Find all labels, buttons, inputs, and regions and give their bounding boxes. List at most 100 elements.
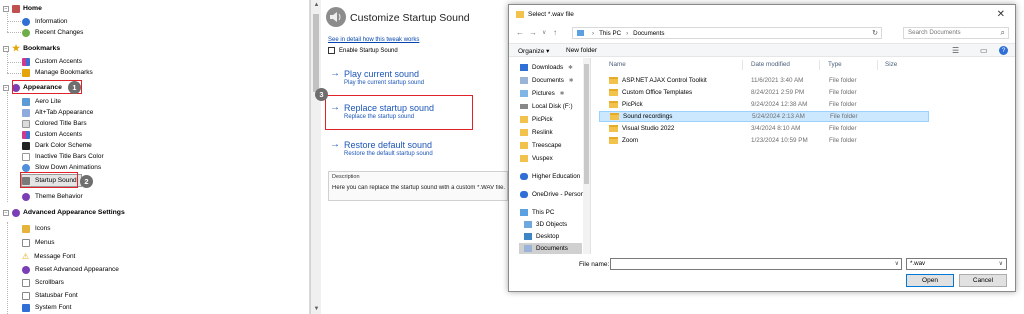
nav-item-onedrive-personal[interactable]: OneDrive - Person (520, 189, 584, 200)
nav-item-this-pc[interactable]: This PC (520, 207, 554, 218)
file-row[interactable]: Zoom 1/23/2024 10:59 PM File folder (599, 135, 929, 146)
enable-startup-sound-checkbox[interactable]: Enable Startup Sound (328, 47, 398, 54)
file-row[interactable]: Visual Studio 2022 3/4/2024 8:10 AM File… (599, 123, 929, 134)
breadcrumb-documents[interactable]: Documents (633, 30, 664, 37)
tree-item-reset-advanced[interactable]: Reset Advanced Appearance (22, 264, 119, 275)
nav-item-label: Reslink (532, 129, 553, 136)
chevron-down-icon[interactable]: ∨ (542, 29, 546, 36)
restore-default-sound-command[interactable]: → Restore default sound Restore the defau… (330, 139, 433, 157)
close-icon[interactable]: ✕ (997, 9, 1005, 20)
preview-pane-icon[interactable]: ▭ (980, 46, 988, 55)
tree-item-information[interactable]: Information (22, 16, 68, 27)
tree-category-bookmarks[interactable]: − ★ Bookmarks (3, 43, 60, 54)
column-separator[interactable] (877, 60, 878, 70)
tree-item-recent-changes[interactable]: Recent Changes (22, 27, 83, 38)
nav-item-documents-selected[interactable]: Documents (519, 243, 582, 254)
nav-item-picpick[interactable]: PicPick (520, 114, 553, 125)
nav-item-documents[interactable]: Documents ✱ (520, 75, 573, 86)
file-row[interactable]: ASP.NET AJAX Control Toolkit 11/6/2021 3… (599, 75, 929, 86)
scrollbar-thumb[interactable] (584, 64, 589, 184)
scroll-up-icon[interactable]: ▲ (311, 0, 322, 10)
nav-item-3d-objects[interactable]: 3D Objects (524, 219, 567, 230)
new-folder-button[interactable]: New folder (566, 47, 597, 54)
back-arrow-icon[interactable]: ← (516, 28, 524, 37)
column-separator[interactable] (742, 60, 743, 70)
nav-item-pictures[interactable]: Pictures ✱ (520, 88, 564, 99)
replace-startup-sound-command[interactable]: → Replace startup sound Replace the start… (330, 102, 434, 120)
nav-item-higher-education[interactable]: Higher Education (520, 171, 580, 182)
tree-item-label: Colored Title Bars (35, 120, 87, 127)
forward-arrow-icon[interactable]: → (529, 28, 537, 37)
file-row-selected[interactable]: Sound recordings 5/24/2024 2:13 AM File … (599, 111, 929, 122)
pictures-icon (520, 90, 528, 97)
tree-item-message-font[interactable]: ⚠ Message Font (22, 251, 75, 262)
dialog-app-icon (516, 11, 524, 18)
bookmark-icon (22, 68, 30, 77)
tree-item-manage-bookmarks[interactable]: Manage Bookmarks (22, 67, 93, 78)
dialog-titlebar[interactable]: Select *.wav file ✕ (509, 5, 1015, 25)
step-badge-3: 3 (315, 88, 328, 101)
nav-item-label: PicPick (532, 116, 553, 123)
nav-item-local-disk[interactable]: Local Disk (F:) (520, 101, 573, 112)
checkbox-box[interactable] (328, 47, 335, 54)
column-header-date[interactable]: Date modified (751, 61, 790, 68)
alt-tab-icon (22, 108, 30, 117)
organize-button[interactable]: Organize ▾ (518, 47, 549, 55)
nav-item-desktop[interactable]: Desktop (524, 231, 559, 242)
file-row[interactable]: Custom Office Templates 8/24/2021 2:59 P… (599, 87, 929, 98)
tree-item-statusbar-font[interactable]: Statusbar Font (22, 290, 78, 301)
tree-item-system-font[interactable]: System Font (22, 302, 71, 313)
file-row[interactable]: PicPick 9/24/2024 12:38 AM File folder (599, 99, 929, 110)
see-detail-link[interactable]: See in detail how this tweak works (328, 37, 419, 43)
nav-item-downloads[interactable]: Downloads ✱ (520, 62, 573, 73)
up-arrow-icon[interactable]: ↑ (553, 28, 557, 37)
collapse-icon[interactable]: − (3, 209, 9, 216)
collapse-icon[interactable]: − (3, 84, 9, 91)
address-bar[interactable]: › This PC › Documents ↻ (572, 27, 882, 39)
tree-item-icons[interactable]: Icons (22, 223, 51, 234)
column-header-name[interactable]: Name (609, 61, 626, 68)
scrollbar-thumb[interactable] (313, 14, 319, 92)
tree-item-theme-behavior[interactable]: Theme Behavior (22, 191, 83, 202)
tree-item-inactive-title-bars[interactable]: Inactive Title Bars Color (22, 151, 104, 162)
nav-scrollbar[interactable] (583, 58, 590, 254)
scroll-down-icon[interactable]: ▼ (311, 304, 322, 314)
chevron-down-icon[interactable]: ∨ (999, 259, 1003, 269)
tree-item-label: Custom Accents (35, 131, 82, 138)
tree-item-custom-accents-2[interactable]: Custom Accents (22, 129, 82, 140)
breadcrumb-this-pc[interactable]: This PC (599, 30, 621, 37)
nav-item-label: Desktop (536, 233, 560, 240)
tree-item-aero-lite[interactable]: Aero Lite (22, 96, 61, 107)
tree-item-colored-title-bars[interactable]: Colored Title Bars (22, 118, 87, 129)
tree-item-scrollbars[interactable]: Scrollbars (22, 277, 64, 288)
pin-icon: ✱ (568, 64, 573, 71)
tree-item-menus[interactable]: Menus (22, 237, 55, 248)
nav-item-vuspex[interactable]: Vuspex (520, 153, 553, 164)
tree-category-advanced[interactable]: − Advanced Appearance Settings (3, 207, 125, 218)
column-header-size[interactable]: Size (885, 61, 897, 68)
nav-item-reslink[interactable]: Reslink (520, 127, 553, 138)
refresh-icon[interactable]: ↻ (872, 29, 878, 37)
pin-icon: ✱ (568, 77, 574, 84)
search-icon[interactable]: ⌕ (1001, 28, 1005, 38)
nav-item-treescape[interactable]: Treescape (520, 140, 562, 151)
chevron-down-icon[interactable]: ∨ (895, 260, 899, 267)
tree-scrollbar[interactable]: ▲ ▼ (310, 0, 321, 314)
tree-item-custom-accents[interactable]: Custom Accents (22, 56, 82, 67)
file-type: File folder (829, 77, 857, 84)
file-name-input[interactable]: ∨ (610, 258, 902, 270)
file-type-select[interactable]: *.wav ∨ (906, 258, 1007, 270)
open-button[interactable]: Open (906, 274, 954, 287)
view-options-icon[interactable]: ☰ (952, 46, 959, 55)
collapse-icon[interactable]: − (3, 45, 9, 52)
cancel-button[interactable]: Cancel (959, 274, 1007, 287)
tree-item-dark-color-scheme[interactable]: Dark Color Scheme (22, 140, 92, 151)
play-current-sound-command[interactable]: → Play current sound Play the current sta… (330, 68, 424, 86)
search-input[interactable]: Search Documents ⌕ (903, 27, 1009, 39)
collapse-icon[interactable]: − (3, 5, 9, 12)
column-separator[interactable] (819, 60, 820, 70)
help-icon[interactable]: ? (999, 46, 1008, 55)
tree-item-alt-tab[interactable]: Alt+Tab Appearance (22, 107, 93, 118)
column-header-type[interactable]: Type (828, 61, 842, 68)
tree-category-home[interactable]: − Home (3, 3, 42, 14)
